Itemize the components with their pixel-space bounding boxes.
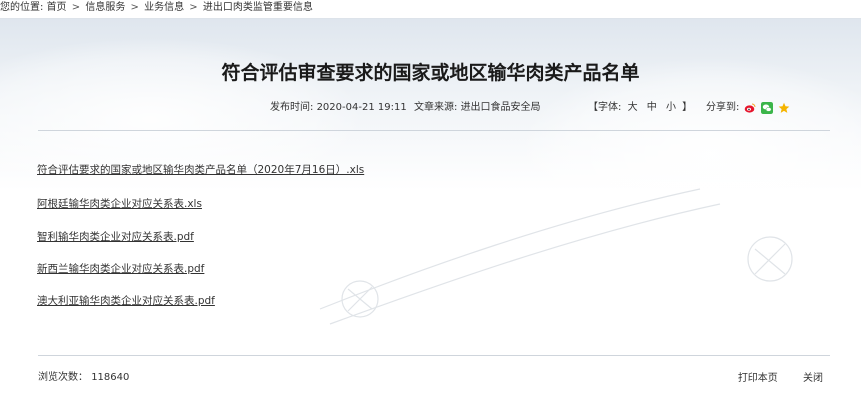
publish-time-label: 发布时间: [270, 102, 314, 113]
view-count-value: 118640 [91, 372, 130, 383]
close-button[interactable]: 关闭 [803, 373, 823, 384]
source-value: 进出口食品安全局 [460, 102, 541, 113]
publish-time: 发布时间: 2020-04-21 19:11 [270, 101, 407, 115]
font-size-large-button[interactable]: 大 [628, 102, 638, 113]
breadcrumb-business-info-link[interactable]: 业务信息 [144, 2, 184, 13]
breadcrumb: 您的位置: 首页 > 信息服务 > 业务信息 > 进出口肉类监管重要信息 [0, 0, 861, 16]
footer-divider [38, 355, 830, 356]
attachment-link-chile[interactable]: 智利输华肉类企业对应关系表.pdf [37, 229, 194, 244]
view-count: 浏览次数： 118640 [38, 368, 129, 383]
font-size-label: 【字体: [588, 102, 622, 113]
footer-actions: 打印本页 关闭 [716, 369, 823, 384]
font-size-control: 【字体: 大 中 小 】 [588, 101, 692, 115]
breadcrumb-separator: > [130, 2, 139, 13]
view-count-label: 浏览次数： [38, 372, 88, 383]
breadcrumb-separator: > [71, 2, 81, 13]
attachment-link-new-zealand[interactable]: 新西兰输华肉类企业对应关系表.pdf [37, 261, 204, 276]
share-bar: 分享到: [706, 101, 790, 115]
page-title: 符合评估审查要求的国家或地区输华肉类产品名单 [221, 62, 640, 84]
font-size-medium-button[interactable]: 中 [647, 102, 657, 113]
breadcrumb-home-link[interactable]: 首页 [47, 2, 67, 13]
breadcrumb-separator: > [189, 2, 198, 13]
attachment-link-meat-product-list[interactable]: 符合评估要求的国家或地区输华肉类产品名单（2020年7月16日）.xls [37, 162, 364, 177]
weibo-icon[interactable] [744, 102, 756, 114]
favorite-star-icon[interactable] [778, 102, 790, 114]
breadcrumb-meat-supervision-link[interactable]: 进出口肉类监管重要信息 [203, 2, 313, 13]
background-cloud [521, 59, 861, 249]
header-divider [38, 130, 830, 131]
article-source: 文章来源: 进出口食品安全局 [414, 101, 541, 115]
attachment-link-australia[interactable]: 澳大利亚输华肉类企业对应关系表.pdf [37, 293, 215, 308]
source-label: 文章来源: [414, 102, 458, 113]
wechat-icon[interactable] [761, 102, 774, 114]
font-size-small-button[interactable]: 小 [666, 102, 676, 113]
breadcrumb-prefix: 您的位置: [0, 2, 44, 13]
publish-time-value: 2020-04-21 19:11 [316, 102, 407, 113]
print-button[interactable]: 打印本页 [738, 373, 778, 384]
share-label: 分享到: [706, 102, 740, 113]
breadcrumb-info-service-link[interactable]: 信息服务 [85, 2, 125, 13]
attachment-link-argentina[interactable]: 阿根廷输华肉类企业对应关系表.xls [37, 196, 202, 211]
font-size-close: 】 [682, 102, 693, 113]
